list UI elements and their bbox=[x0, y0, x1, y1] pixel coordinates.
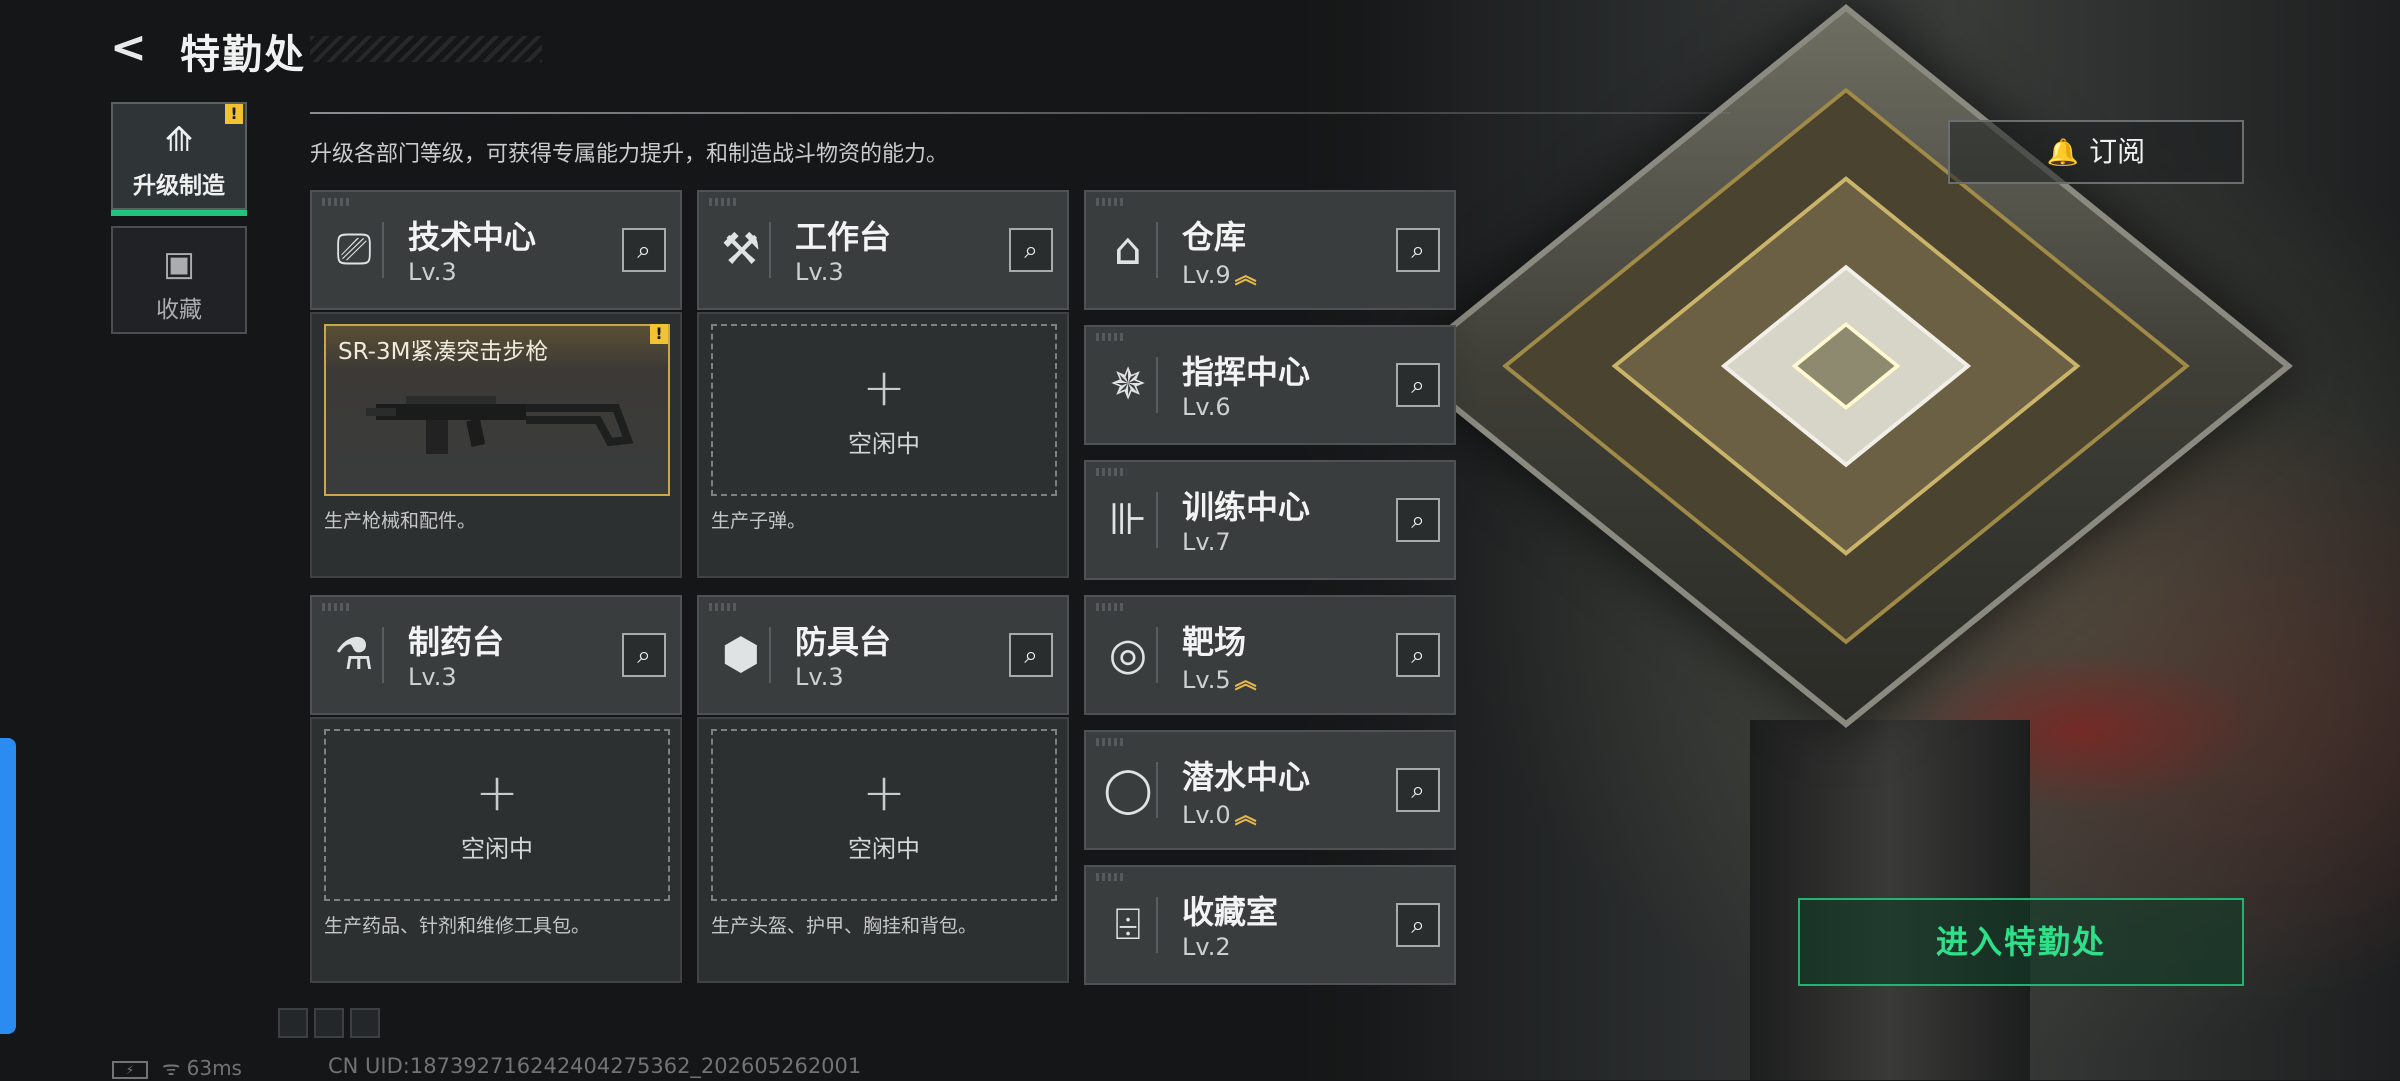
plus-icon: + bbox=[475, 763, 519, 823]
upgrade-icon: ⟰ bbox=[164, 120, 194, 160]
pharmacy-icon: ⚗ bbox=[326, 627, 384, 683]
dept-level: Lv.3 bbox=[408, 258, 457, 286]
search-icon[interactable]: ⌕ bbox=[622, 633, 666, 677]
search-icon[interactable]: ⌕ bbox=[1396, 228, 1440, 272]
bottom-decoration bbox=[278, 1008, 386, 1042]
upgrade-available-icon: ︽ bbox=[1234, 264, 1257, 289]
dept-level: Lv.0 bbox=[1182, 801, 1231, 829]
dept-card-tech-center[interactable]: ⎚ 技术中心 Lv.3 ⌕ bbox=[310, 190, 682, 310]
alert-badge: ! bbox=[225, 104, 243, 124]
production-slot-empty[interactable]: + 空闲中 bbox=[711, 729, 1057, 901]
nav-label: 收藏 bbox=[156, 297, 202, 323]
title-decoration bbox=[310, 36, 542, 62]
command-center-icon: ✵ bbox=[1100, 357, 1158, 413]
production-panel-workbench: + 空闲中 生产子弹。 bbox=[697, 312, 1069, 578]
plus-icon: + bbox=[862, 763, 906, 823]
production-panel-armor-bench: + 空闲中 生产头盔、护甲、胸挂和背包。 bbox=[697, 717, 1069, 983]
rifle-image bbox=[366, 396, 634, 454]
tech-center-icon: ⎚ bbox=[326, 222, 384, 278]
dept-name: 仓库 bbox=[1182, 218, 1247, 256]
dept-card-diving-center[interactable]: ◯ 潜水中心 Lv.0 ︽ ⌕ bbox=[1084, 730, 1456, 850]
plus-icon: + bbox=[862, 358, 906, 418]
dept-card-armor-bench[interactable]: ⬢ 防具台 Lv.3 ⌕ bbox=[697, 595, 1069, 715]
wifi-icon: ᯤ bbox=[162, 1056, 187, 1080]
dept-level: Lv.6 bbox=[1182, 393, 1231, 421]
dept-level: Lv.3 bbox=[795, 663, 844, 691]
dept-name: 防具台 bbox=[795, 623, 892, 661]
production-panel-pharmacy: + 空闲中 生产药品、针剂和维修工具包。 bbox=[310, 717, 682, 983]
armor-bench-icon: ⬢ bbox=[713, 627, 771, 683]
search-icon[interactable]: ⌕ bbox=[1396, 903, 1440, 947]
item-name: SR-3M紧凑突击步枪 bbox=[338, 339, 549, 365]
dept-name: 指挥中心 bbox=[1182, 353, 1311, 391]
dept-level: Lv.5 bbox=[1182, 666, 1231, 694]
dept-level: Lv.9 bbox=[1182, 261, 1231, 289]
dept-name: 训练中心 bbox=[1182, 488, 1311, 526]
dept-level: Lv.2 bbox=[1182, 933, 1231, 961]
idle-label: 空闲中 bbox=[461, 835, 533, 863]
idle-label: 空闲中 bbox=[848, 430, 920, 458]
production-note: 生产子弹。 bbox=[711, 510, 807, 532]
workbench-icon: ⚒ bbox=[713, 222, 771, 278]
dept-name: 工作台 bbox=[795, 218, 892, 256]
search-icon[interactable]: ⌕ bbox=[1009, 228, 1053, 272]
search-icon[interactable]: ⌕ bbox=[1396, 363, 1440, 407]
upgrade-available-icon: ︽ bbox=[1234, 804, 1257, 829]
bell-icon: 🔔 bbox=[2046, 138, 2080, 168]
page-title: 特勤处 bbox=[180, 32, 306, 78]
nav-collection[interactable]: ▣ 收藏 bbox=[111, 226, 247, 334]
dept-level: Lv.3 bbox=[408, 663, 457, 691]
upgrade-available-icon: ︽ bbox=[1234, 669, 1257, 694]
search-icon[interactable]: ⌕ bbox=[622, 228, 666, 272]
production-slot-empty[interactable]: + 空闲中 bbox=[711, 324, 1057, 496]
dept-card-pharmacy[interactable]: ⚗ 制药台 Lv.3 ⌕ bbox=[310, 595, 682, 715]
side-drawer-handle[interactable] bbox=[0, 738, 16, 1034]
shooting-range-icon: ◎ bbox=[1100, 627, 1158, 683]
dept-card-warehouse[interactable]: ⌂ 仓库 Lv.9 ︽ ⌕ bbox=[1084, 190, 1456, 310]
dept-level: Lv.3 bbox=[795, 258, 844, 286]
search-icon[interactable]: ⌕ bbox=[1009, 633, 1053, 677]
dept-level: Lv.7 bbox=[1182, 528, 1231, 556]
dept-name: 收藏室 bbox=[1182, 893, 1279, 931]
collection-room-icon: ⌹ bbox=[1100, 897, 1158, 953]
dept-card-collection-room[interactable]: ⌹ 收藏室 Lv.2 ⌕ bbox=[1084, 865, 1456, 985]
dept-card-training-center[interactable]: ⊪ 训练中心 Lv.7 ⌕ bbox=[1084, 460, 1456, 580]
back-arrow-icon[interactable]: < bbox=[110, 26, 152, 70]
dept-name: 潜水中心 bbox=[1182, 758, 1311, 796]
training-center-icon: ⊪ bbox=[1100, 492, 1158, 548]
production-panel-tech-center: SR-3M紧凑突击步枪 ! 生产枪械和配件。 bbox=[310, 312, 682, 578]
dept-card-workbench[interactable]: ⚒ 工作台 Lv.3 ⌕ bbox=[697, 190, 1069, 310]
player-uid: CN UID:18739271624240427536​2_2026052620… bbox=[328, 1054, 862, 1078]
search-icon[interactable]: ⌕ bbox=[1396, 633, 1440, 677]
production-slot-filled[interactable]: SR-3M紧凑突击步枪 ! bbox=[324, 324, 670, 496]
production-note: 生产药品、针剂和维修工具包。 bbox=[324, 915, 591, 937]
search-icon[interactable]: ⌕ bbox=[1396, 498, 1440, 542]
nav-upgrade-manufacture[interactable]: ⟰ 升级制造 ! bbox=[111, 102, 247, 216]
diving-center-icon: ◯ bbox=[1100, 762, 1158, 818]
collection-icon: ▣ bbox=[162, 244, 196, 284]
status-bar: ⚡ ᯤ 63ms bbox=[112, 1054, 242, 1081]
production-note: 生产头盔、护甲、胸挂和背包。 bbox=[711, 915, 978, 937]
production-note: 生产枪械和配件。 bbox=[324, 510, 477, 532]
dept-name: 制药台 bbox=[408, 623, 505, 661]
page-description: 升级各部门等级，可获得专属能力提升，和制造战斗物资的能力。 bbox=[310, 142, 949, 167]
dept-name: 靶场 bbox=[1182, 623, 1247, 661]
enter-special-ops-button[interactable]: 进入特勤处 bbox=[1798, 898, 2244, 986]
dept-name: 技术中心 bbox=[408, 218, 537, 256]
divider bbox=[310, 112, 1730, 114]
warehouse-icon: ⌂ bbox=[1100, 222, 1158, 278]
alert-badge: ! bbox=[650, 324, 668, 344]
ping-value: 63ms bbox=[186, 1056, 242, 1080]
dept-card-shooting-range[interactable]: ◎ 靶场 Lv.5 ︽ ⌕ bbox=[1084, 595, 1456, 715]
subscribe-button[interactable]: 🔔 订阅 bbox=[1948, 120, 2244, 184]
production-slot-empty[interactable]: + 空闲中 bbox=[324, 729, 670, 901]
dept-card-command-center[interactable]: ✵ 指挥中心 Lv.6 ⌕ bbox=[1084, 325, 1456, 445]
battery-icon: ⚡ bbox=[112, 1060, 148, 1079]
nav-label: 升级制造 bbox=[133, 173, 225, 199]
idle-label: 空闲中 bbox=[848, 835, 920, 863]
search-icon[interactable]: ⌕ bbox=[1396, 768, 1440, 812]
